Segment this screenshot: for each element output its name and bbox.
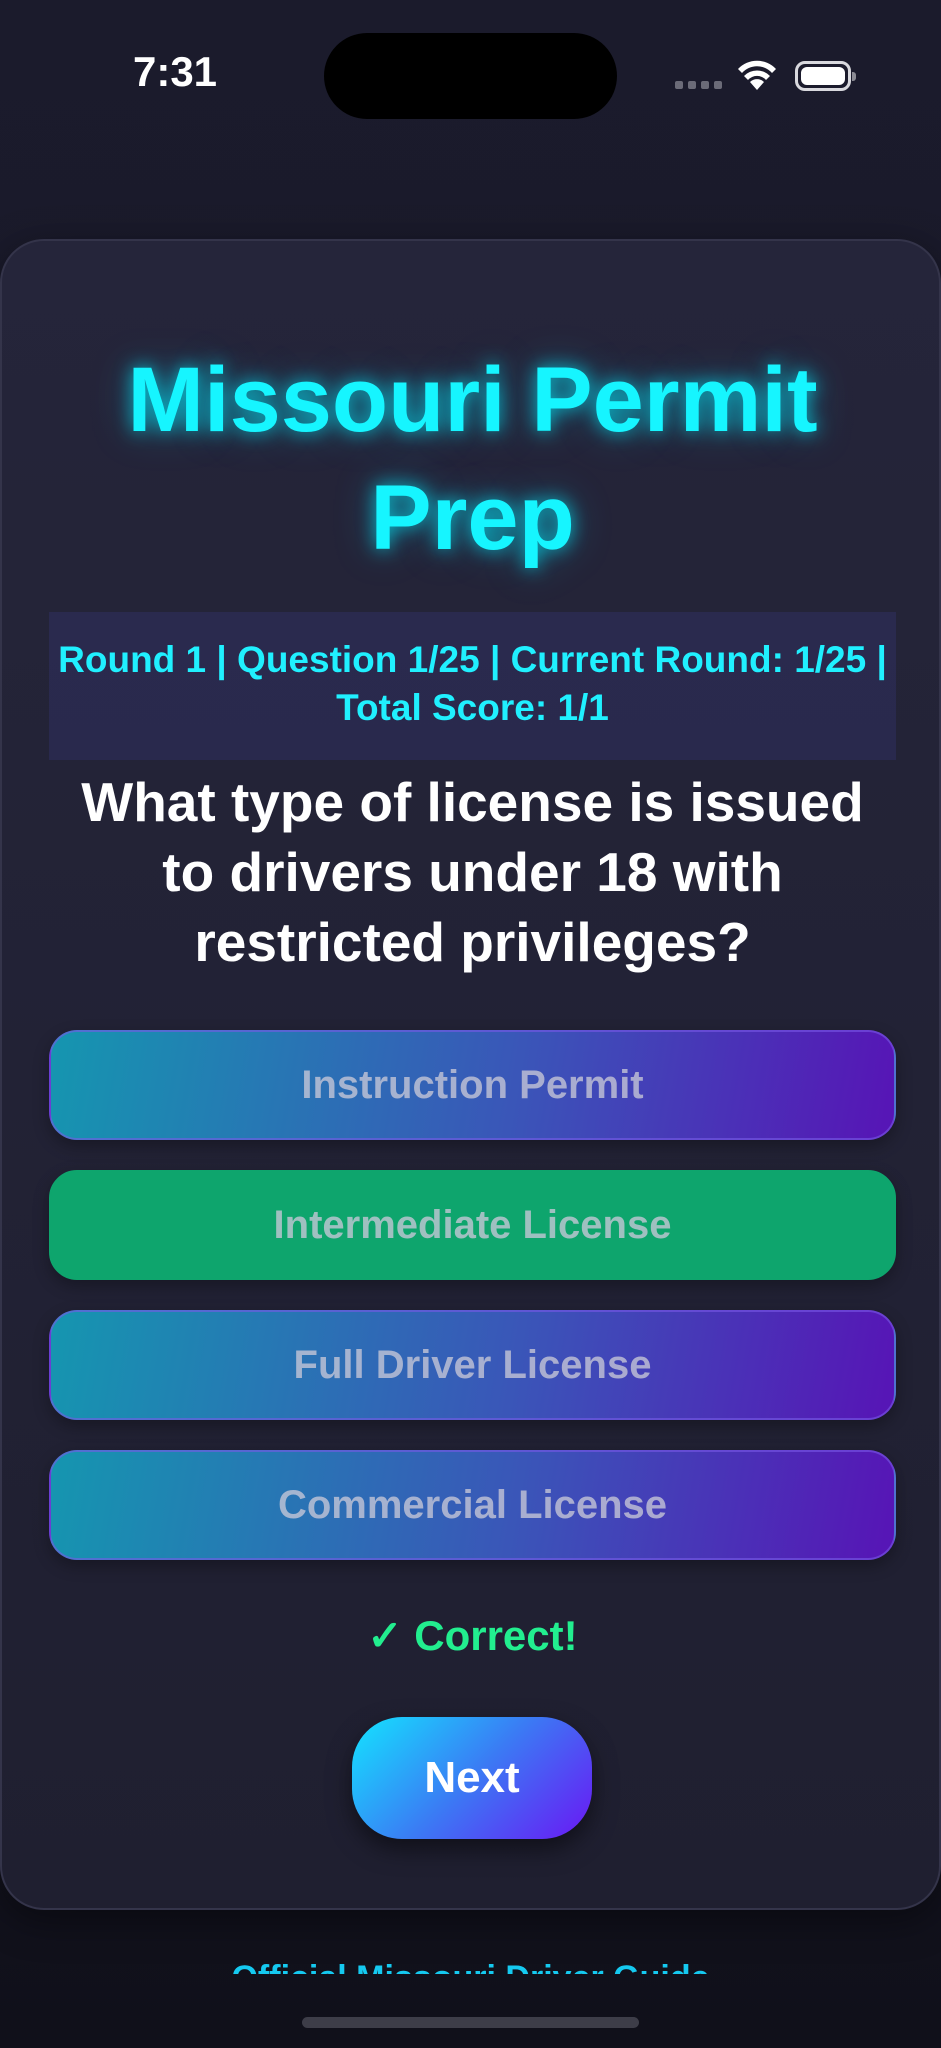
quiz-card: Missouri Permit Prep Round 1 | Question …: [0, 239, 941, 1910]
battery-level: [801, 67, 845, 85]
answer-option-commercial-license[interactable]: Commercial License: [49, 1450, 896, 1560]
round-stats: Round 1 | Question 1/25 | Current Round:…: [49, 612, 896, 760]
question-text: What type of license is issued to driver…: [81, 771, 864, 973]
official-guide-link[interactable]: Official Missouri Driver Guide: [0, 1958, 941, 1974]
battery-icon: [795, 61, 856, 91]
dynamic-island: [324, 33, 617, 119]
answer-option-full-driver-license[interactable]: Full Driver License: [49, 1310, 896, 1420]
answer-option-intermediate-license[interactable]: Intermediate License: [49, 1170, 896, 1280]
next-button[interactable]: Next: [352, 1717, 592, 1839]
home-indicator[interactable]: [302, 2017, 639, 2028]
cellular-signal-icon: [675, 81, 722, 89]
app-title: Missouri Permit Prep: [127, 349, 818, 569]
status-time: 7:31: [132, 48, 218, 95]
app-screen: 7:31 Missouri Permit Prep Round 1 | Ques…: [0, 0, 941, 2048]
feedback-correct: ✓ Correct!: [367, 1612, 578, 1659]
wifi-icon: [738, 60, 776, 90]
answer-options: Instruction Permit Intermediate License …: [49, 1030, 896, 1590]
answer-option-instruction-permit[interactable]: Instruction Permit: [49, 1030, 896, 1140]
